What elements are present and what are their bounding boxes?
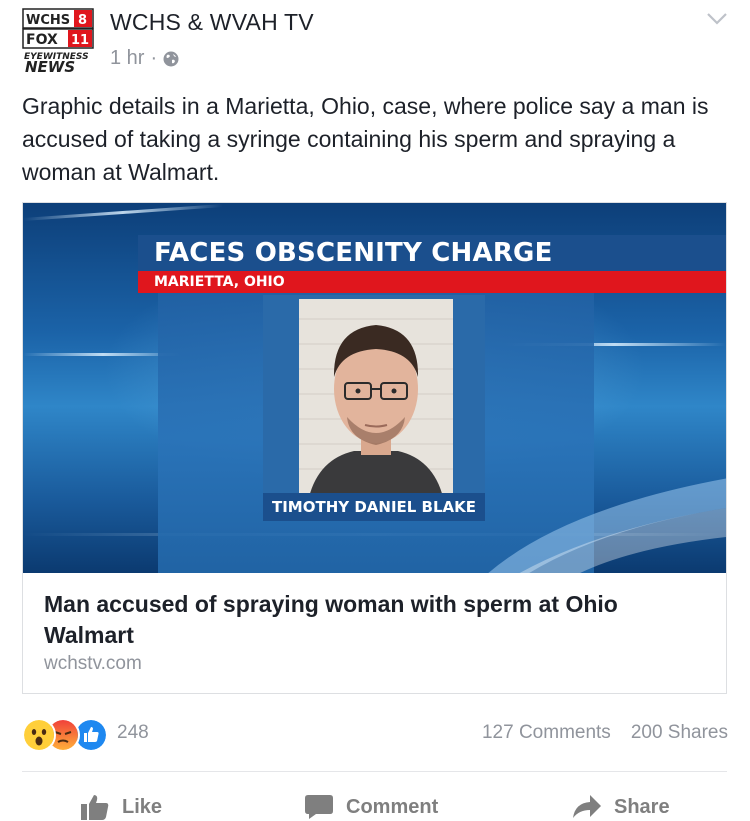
thumbs-up-icon xyxy=(81,795,109,820)
link-domain: wchstv.com xyxy=(44,653,142,674)
post-time[interactable]: 1 hr xyxy=(110,47,144,70)
link-title[interactable]: Man accused of spraying woman with sperm… xyxy=(44,589,704,651)
person-name-caption: TIMOTHY DANIEL BLAKE xyxy=(263,493,485,521)
swoosh-graphic xyxy=(488,478,726,573)
shares-count[interactable]: 200 Shares xyxy=(631,722,728,744)
link-preview-card[interactable]: FACES OBSCENITY CHARGE MARIETTA, OHIO TI… xyxy=(22,202,727,694)
share-arrow-icon xyxy=(573,795,601,818)
meta-separator: · xyxy=(150,47,158,69)
logo-wchs: WCHS xyxy=(26,13,70,28)
engagement-stats: 127 Comments 200 Shares xyxy=(482,722,728,744)
globe-icon xyxy=(163,51,179,66)
divider xyxy=(22,771,727,772)
link-thumbnail[interactable]: FACES OBSCENITY CHARGE MARIETTA, OHIO TI… xyxy=(23,203,726,573)
chevron-down-icon[interactable] xyxy=(706,12,728,26)
light-streak xyxy=(23,204,223,221)
share-label: Share xyxy=(614,795,670,818)
logo-news: NEWS xyxy=(25,58,75,74)
logo-fox-number: 11 xyxy=(71,33,89,48)
wow-reaction-icon xyxy=(22,718,56,752)
logo-fox: FOX xyxy=(26,32,58,48)
like-button[interactable]: Like xyxy=(80,793,162,821)
comment-button[interactable]: Comment xyxy=(304,793,438,821)
logo-wchs-number: 8 xyxy=(78,13,87,28)
reaction-count[interactable]: 248 xyxy=(117,722,149,744)
comments-count[interactable]: 127 Comments xyxy=(482,722,611,744)
share-button[interactable]: Share xyxy=(572,793,670,821)
news-location: MARIETTA, OHIO xyxy=(138,271,726,293)
post-meta: 1 hr · xyxy=(110,47,179,70)
comment-bubble-icon xyxy=(305,795,333,819)
mugshot-photo xyxy=(299,299,453,497)
page-name[interactable]: WCHS & WVAH TV xyxy=(110,9,314,36)
comment-label: Comment xyxy=(346,795,439,818)
post-text: Graphic details in a Marietta, Ohio, cas… xyxy=(22,93,709,185)
like-label: Like xyxy=(122,795,163,818)
news-headline: FACES OBSCENITY CHARGE xyxy=(138,235,726,271)
page-logo[interactable]: WCHS 8 FOX 11 EYEWITNESS NEWS xyxy=(22,8,94,74)
